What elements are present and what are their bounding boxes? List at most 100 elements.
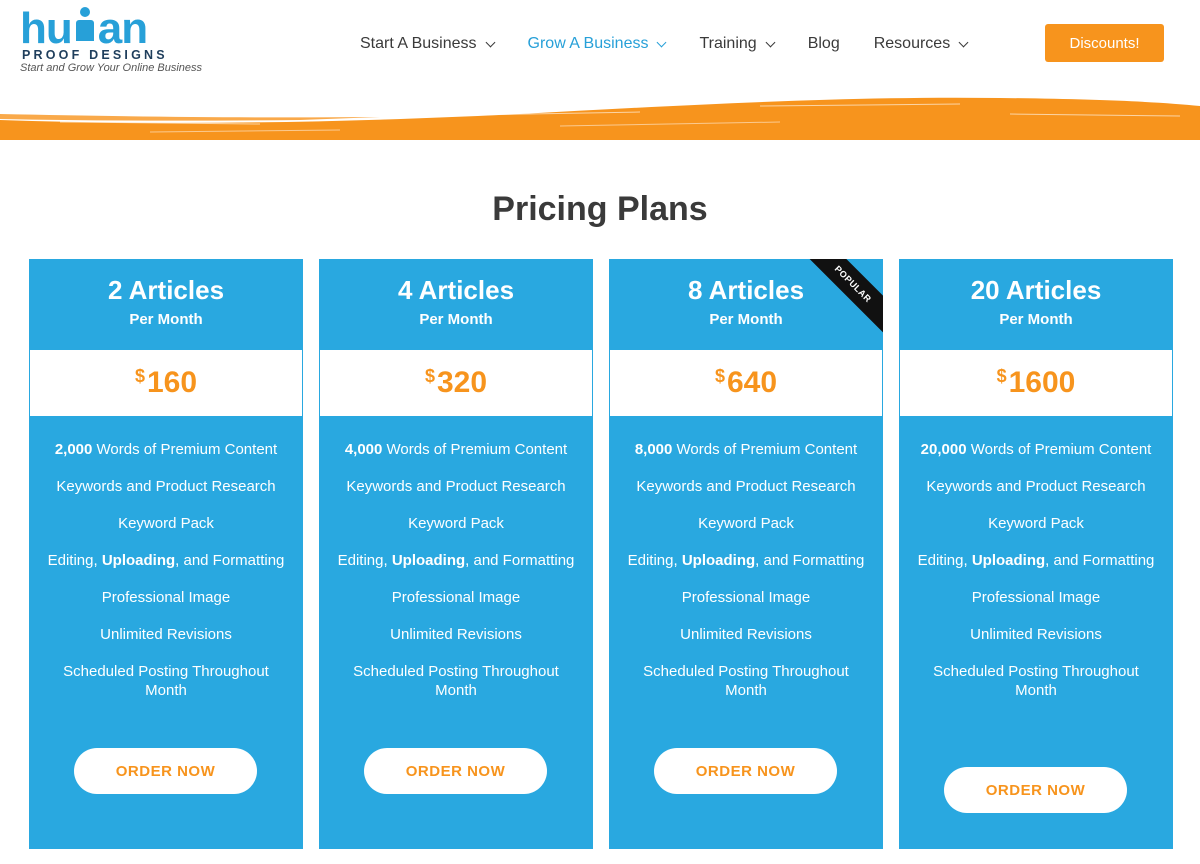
nav-item-blog[interactable]: Blog	[808, 35, 840, 53]
pricing-card-4-articles: 4 Articles Per Month $ 320 4,000 Words o…	[319, 259, 593, 849]
feature-words-text: Words of Premium Content	[382, 441, 568, 458]
chevron-down-icon	[485, 37, 495, 47]
feature-words-count: 4,000	[344, 441, 383, 458]
nav-label: Grow A Business	[527, 35, 649, 52]
feature-words-text: Words of Premium Content	[672, 441, 858, 458]
feature-item: Editing, Uploading, and Formatting	[43, 551, 289, 570]
chevron-down-icon	[657, 37, 667, 47]
feature-editing-post: , and Formatting	[1045, 552, 1155, 569]
order-now-button[interactable]: ORDER NOW	[654, 748, 837, 794]
feature-item: Keywords and Product Research	[56, 478, 276, 495]
feature-item: Keyword Pack	[118, 515, 214, 532]
order-now-button[interactable]: ORDER NOW	[74, 748, 257, 794]
logo-word-right: an	[97, 4, 148, 53]
feature-words-count: 20,000	[920, 441, 967, 458]
feature-item: Editing, Uploading, and Formatting	[913, 551, 1159, 570]
feature-editing-pre: Editing,	[337, 552, 392, 569]
price-currency: $	[134, 366, 145, 386]
feature-item: Unlimited Revisions	[970, 626, 1102, 643]
nav-label: Training	[699, 35, 757, 52]
feature-item: Unlimited Revisions	[390, 626, 522, 643]
price-band: $ 640	[609, 350, 883, 416]
card-header: 4 Articles Per Month	[319, 259, 593, 350]
feature-list: 8,000 Words of Premium Content Keywords …	[609, 416, 883, 700]
site-header: hu an PROOF DESIGNS Start and Grow Your O…	[0, 0, 1200, 92]
plan-title: 20 Articles	[970, 275, 1102, 305]
price-currency: $	[714, 366, 725, 386]
main-nav: Start A Business Grow A Business Trainin…	[360, 22, 1001, 66]
price-currency: $	[424, 366, 435, 386]
person-icon	[75, 7, 95, 43]
feature-editing-post: , and Formatting	[755, 552, 865, 569]
feature-editing-pre: Editing,	[917, 552, 972, 569]
nav-label: Resources	[873, 35, 951, 52]
plan-period: Per Month	[129, 311, 203, 328]
logo-word-left: hu	[20, 4, 73, 53]
feature-list: 2,000 Words of Premium Content Keywords …	[29, 416, 303, 700]
nav-item-training[interactable]: Training	[699, 35, 776, 53]
card-header: 2 Articles Per Month	[29, 259, 303, 350]
price-currency: $	[996, 366, 1007, 386]
feature-item: Keywords and Product Research	[926, 478, 1146, 495]
discounts-button[interactable]: Discounts!	[1045, 24, 1164, 62]
feature-item: Keywords and Product Research	[636, 478, 856, 495]
nav-item-start-a-business[interactable]: Start A Business	[360, 35, 495, 53]
nav-item-resources[interactable]: Resources	[873, 35, 969, 53]
feature-item: Keyword Pack	[988, 515, 1084, 532]
price-band: $ 160	[29, 350, 303, 416]
site-logo[interactable]: hu an PROOF DESIGNS Start and Grow Your O…	[20, 4, 230, 76]
feature-item: Professional Image	[681, 589, 811, 606]
logo-subtitle: PROOF DESIGNS	[22, 48, 168, 62]
feature-words-count: 8,000	[634, 441, 673, 458]
nav-item-grow-a-business[interactable]: Grow A Business	[527, 35, 667, 53]
feature-editing-bold: Uploading	[681, 552, 756, 569]
price-value: 320	[436, 366, 488, 399]
price-value: 640	[726, 366, 778, 399]
logo-wordmark: hu an	[20, 4, 148, 54]
plan-period: Per Month	[709, 311, 783, 328]
feature-item: 2,000 Words of Premium Content	[43, 440, 289, 459]
chevron-down-icon	[958, 37, 969, 47]
plan-title: 2 Articles	[107, 275, 225, 305]
order-now-button[interactable]: ORDER NOW	[944, 767, 1127, 813]
page-title: Pricing Plans	[492, 190, 708, 228]
price-value: 1600	[1008, 366, 1076, 399]
nav-label: Blog	[807, 35, 840, 52]
feature-list: 20,000 Words of Premium Content Keywords…	[899, 416, 1173, 700]
order-now-button[interactable]: ORDER NOW	[364, 748, 547, 794]
price-value: 160	[146, 366, 198, 399]
feature-editing-pre: Editing,	[627, 552, 682, 569]
feature-editing-bold: Uploading	[391, 552, 466, 569]
feature-words-text: Words of Premium Content	[966, 441, 1152, 458]
feature-item: 4,000 Words of Premium Content	[333, 440, 579, 459]
feature-item: Keyword Pack	[698, 515, 794, 532]
orange-swoosh-divider	[0, 97, 1200, 140]
feature-item: Editing, Uploading, and Formatting	[333, 551, 579, 570]
feature-editing-post: , and Formatting	[465, 552, 575, 569]
feature-editing-pre: Editing,	[47, 552, 102, 569]
pricing-card-8-articles: POPULAR 8 Articles Per Month $ 640 8,000…	[609, 259, 883, 849]
feature-item: Professional Image	[101, 589, 231, 606]
feature-item: 20,000 Words of Premium Content	[913, 440, 1159, 459]
feature-editing-bold: Uploading	[971, 552, 1046, 569]
feature-item: Keywords and Product Research	[346, 478, 566, 495]
feature-editing-bold: Uploading	[101, 552, 176, 569]
feature-item: Unlimited Revisions	[100, 626, 232, 643]
feature-editing-post: , and Formatting	[175, 552, 285, 569]
feature-item: Scheduled Posting Throughout Month	[643, 663, 849, 699]
logo-tagline: Start and Grow Your Online Business	[20, 62, 203, 74]
feature-item: Scheduled Posting Throughout Month	[63, 663, 269, 699]
plan-title: 4 Articles	[397, 275, 515, 305]
feature-item: Professional Image	[391, 589, 521, 606]
feature-words-count: 2,000	[54, 441, 93, 458]
card-header: 20 Articles Per Month	[899, 259, 1173, 350]
nav-label: Start A Business	[360, 35, 477, 52]
pricing-card-20-articles: 20 Articles Per Month $ 1600 20,000 Word…	[899, 259, 1173, 849]
price-band: $ 1600	[899, 350, 1173, 416]
feature-item: Keyword Pack	[408, 515, 504, 532]
chevron-down-icon	[765, 37, 776, 47]
plan-period: Per Month	[419, 311, 493, 328]
price-band: $ 320	[319, 350, 593, 416]
feature-words-text: Words of Premium Content	[92, 441, 278, 458]
feature-item: Scheduled Posting Throughout Month	[933, 663, 1139, 699]
